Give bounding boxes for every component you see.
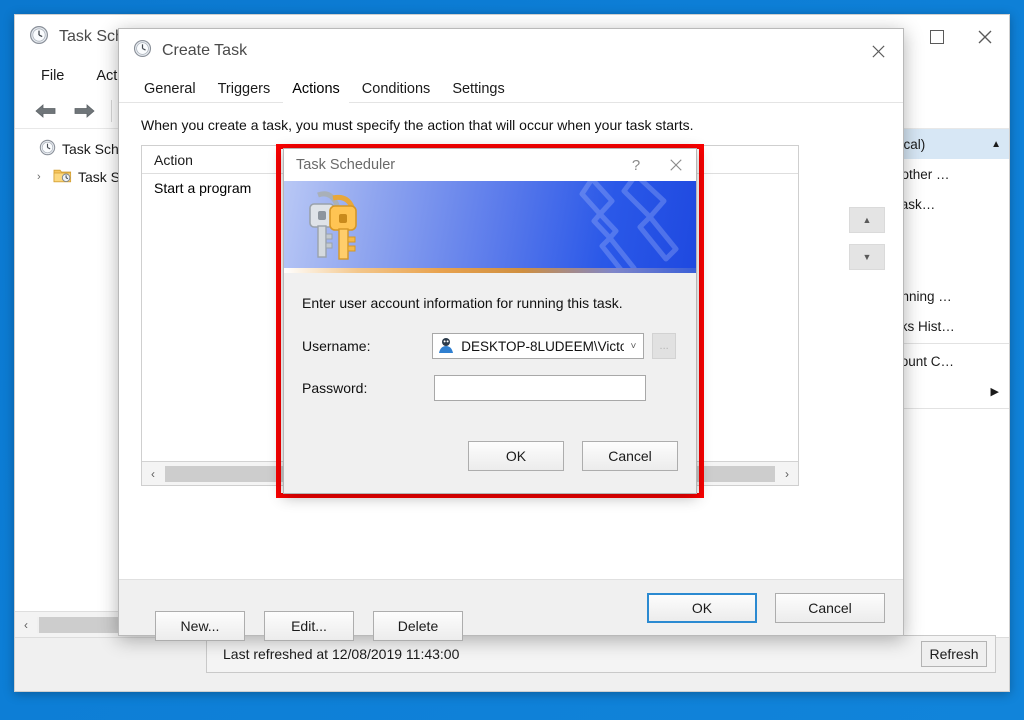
- password-row: Password:: [302, 375, 676, 401]
- actions-pane-header[interactable]: ocal) ▲: [892, 129, 1009, 159]
- menu-item-file[interactable]: File: [41, 68, 64, 84]
- close-icon[interactable]: [853, 29, 903, 73]
- column-header-action: Action: [154, 151, 193, 168]
- move-down-button[interactable]: ▼: [849, 244, 885, 270]
- close-icon[interactable]: [656, 149, 696, 181]
- status-bar-text: Last refreshed at 12/08/2019 11:43:00: [223, 646, 460, 662]
- password-label: Password:: [302, 380, 368, 396]
- forward-arrow-icon[interactable]: [69, 98, 99, 124]
- cell-action: Start a program: [154, 180, 252, 196]
- maximize-icon[interactable]: [913, 15, 961, 59]
- toolbar-separator: [111, 99, 112, 122]
- credential-dialog-body: Enter user account information for runni…: [284, 273, 696, 493]
- edit-button[interactable]: Edit...: [264, 611, 354, 641]
- tree-caret-expand[interactable]: ›: [37, 171, 47, 183]
- credential-dialog-title: Task Scheduler: [296, 157, 396, 173]
- actions-pane-divider: [892, 343, 1009, 344]
- ok-button[interactable]: OK: [647, 592, 757, 623]
- cancel-button[interactable]: Cancel: [775, 592, 885, 623]
- move-buttons: ▲ ▼: [849, 207, 885, 281]
- actions-pane-submenu-row[interactable]: ▶: [892, 376, 1009, 406]
- credential-dialog-controls: ?: [616, 149, 696, 181]
- credential-dialog-title-bar: Task Scheduler ?: [284, 149, 696, 181]
- cancel-button[interactable]: Cancel: [582, 441, 678, 471]
- move-up-button[interactable]: ▲: [849, 207, 885, 233]
- chevron-up-icon[interactable]: ▲: [991, 139, 1001, 150]
- close-icon[interactable]: [961, 15, 1009, 59]
- actions-pane-item-tasks-history[interactable]: sks Hist…: [892, 311, 1009, 341]
- browse-button[interactable]: ...: [652, 333, 676, 359]
- username-input[interactable]: DESKTOP-8LUDEEM\Victo ˅: [432, 333, 645, 359]
- create-task-title: Create Task: [162, 42, 248, 59]
- scroll-right-icon[interactable]: ›: [776, 467, 798, 481]
- folder-clock-icon: [53, 167, 72, 187]
- tab-settings[interactable]: Settings: [441, 78, 516, 102]
- tab-triggers[interactable]: Triggers: [206, 78, 282, 102]
- refresh-button[interactable]: Refresh: [921, 641, 987, 667]
- main-window-controls: [913, 15, 1009, 59]
- tab-actions[interactable]: Actions: [281, 78, 351, 103]
- delete-button[interactable]: Delete: [373, 611, 463, 641]
- credential-prompt: Enter user account information for runni…: [302, 295, 623, 311]
- create-task-tabs: General Triggers Actions Conditions Sett…: [119, 73, 903, 103]
- keys-icon: [300, 188, 378, 268]
- tab-conditions[interactable]: Conditions: [350, 78, 442, 102]
- tab-general[interactable]: General: [133, 78, 207, 102]
- scroll-left-icon[interactable]: ‹: [15, 618, 37, 632]
- username-row: Username: DESKTOP-8LUDEEM\Victo ˅ ...: [302, 333, 676, 359]
- create-task-title-bar: Create Task: [119, 29, 903, 73]
- actions-pane-item-create-task[interactable]: Task…: [892, 189, 1009, 219]
- scroll-left-icon[interactable]: ‹: [142, 467, 164, 481]
- new-button[interactable]: New...: [155, 611, 245, 641]
- action-crud-buttons: New... Edit... Delete: [155, 611, 463, 641]
- actions-pane-item-connect-another[interactable]: nother …: [892, 159, 1009, 189]
- clock-icon: [39, 139, 56, 159]
- ok-button[interactable]: OK: [468, 441, 564, 471]
- credential-dialog-buttons: OK Cancel: [468, 441, 678, 471]
- actions-pane: ocal) ▲ nother … Task… unning … sks Hist…: [891, 129, 1009, 637]
- password-input[interactable]: [434, 375, 646, 401]
- submenu-arrow-icon[interactable]: ▶: [991, 385, 999, 398]
- clock-icon: [133, 39, 152, 63]
- username-value: DESKTOP-8LUDEEM\Victo: [461, 338, 625, 354]
- actions-pane-item-account-config[interactable]: count C…: [892, 346, 1009, 376]
- create-task-description: When you create a task, you must specify…: [141, 117, 694, 133]
- help-icon[interactable]: ?: [616, 149, 656, 181]
- back-arrow-icon[interactable]: [31, 98, 61, 124]
- actions-pane-divider-2: [892, 408, 1009, 409]
- user-icon: [437, 335, 456, 357]
- username-label: Username:: [302, 338, 371, 354]
- key-watermark-icon: [540, 181, 690, 268]
- clock-icon: [29, 25, 49, 50]
- chevron-down-icon[interactable]: ˅: [630, 341, 639, 352]
- actions-pane-item-spacer: [892, 219, 1009, 281]
- actions-pane-item-display-running[interactable]: unning …: [892, 281, 1009, 311]
- credential-dialog-banner: [284, 181, 696, 268]
- credential-dialog: Task Scheduler ? Enter user account info…: [283, 148, 697, 494]
